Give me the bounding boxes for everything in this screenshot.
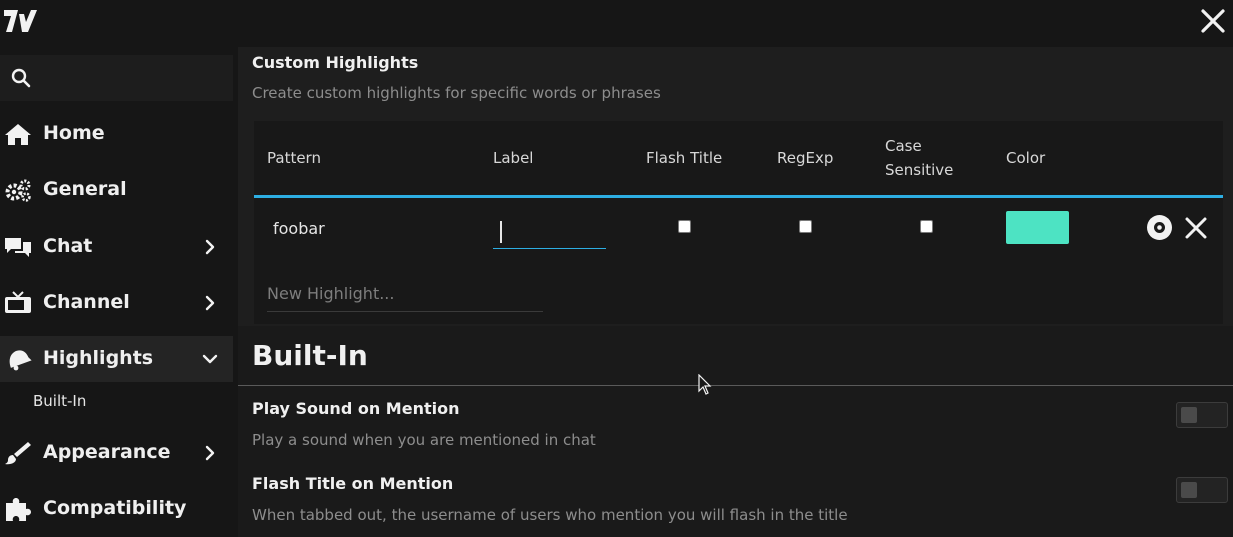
- divider: [238, 385, 1233, 386]
- 7tv-logo-icon[interactable]: [2, 6, 40, 36]
- label-input[interactable]: [493, 214, 606, 249]
- section-description: Create custom highlights for specific wo…: [252, 84, 661, 102]
- text-caret: [500, 221, 502, 243]
- top-bar: [0, 0, 1233, 47]
- option-title: Flash Title on Mention: [252, 474, 454, 493]
- delete-row-icon[interactable]: [1184, 216, 1208, 240]
- sidebar-item-general[interactable]: General: [0, 167, 233, 213]
- column-label: Label: [493, 149, 534, 167]
- puzzle-icon: [6, 498, 31, 521]
- column-pattern: Pattern: [267, 149, 321, 167]
- sidebar-item-label: Chat: [43, 235, 93, 257]
- chevron-down-icon: [202, 354, 218, 364]
- search-field[interactable]: [0, 55, 233, 101]
- flash-title-checkbox[interactable]: [678, 220, 691, 233]
- sidebar-item-chat[interactable]: Chat: [0, 224, 233, 270]
- gears-icon: [5, 179, 31, 202]
- column-case-sensitive: Case Sensitive: [885, 137, 954, 179]
- toggle-knob: [1181, 407, 1197, 423]
- option-title: Play Sound on Mention: [252, 399, 460, 418]
- tv-icon: [5, 291, 31, 313]
- case-sensitive-checkbox[interactable]: [920, 220, 933, 233]
- custom-highlights-section: Custom Highlights Create custom highligh…: [238, 47, 1233, 326]
- highlights-table: Pattern Label Flash Title RegExp Case Se…: [254, 121, 1223, 324]
- chat-icon: [5, 238, 31, 257]
- bell-icon: [9, 350, 32, 371]
- sidebar-item-channel[interactable]: Channel: [0, 280, 233, 326]
- sidebar-item-appearance[interactable]: Appearance: [0, 430, 233, 476]
- sidebar: Home General Chat Channel Highlights Bui…: [0, 47, 238, 537]
- mouse-cursor-icon: [698, 374, 712, 395]
- sidebar-item-label: Highlights: [43, 347, 154, 369]
- column-flash-title: Flash Title: [646, 149, 723, 167]
- color-picker-icon[interactable]: [1146, 214, 1173, 241]
- flash-title-toggle[interactable]: [1176, 477, 1228, 503]
- section-title: Custom Highlights: [252, 53, 419, 72]
- chevron-right-icon: [205, 295, 215, 311]
- option-description: Play a sound when you are mentioned in c…: [252, 431, 596, 449]
- regexp-checkbox[interactable]: [799, 220, 812, 233]
- sidebar-item-label: Compatibility: [43, 497, 187, 519]
- sidebar-item-label: General: [43, 178, 127, 200]
- built-in-heading: Built-In: [252, 339, 368, 372]
- sidebar-item-compatibility[interactable]: Compatibility: [0, 486, 233, 532]
- chevron-right-icon: [205, 239, 215, 255]
- column-regexp: RegExp: [777, 149, 834, 167]
- sidebar-item-label: Home: [43, 122, 105, 144]
- header-underline: [254, 195, 1223, 198]
- pattern-value[interactable]: foobar: [273, 219, 325, 238]
- option-description: When tabbed out, the username of users w…: [252, 506, 848, 524]
- sidebar-item-highlights[interactable]: Highlights: [0, 336, 233, 382]
- sidebar-subitem-built-in[interactable]: Built-In: [33, 392, 86, 410]
- color-swatch[interactable]: [1006, 211, 1069, 244]
- home-icon: [5, 124, 31, 145]
- settings-panel: Custom Highlights Create custom highligh…: [238, 47, 1233, 537]
- chevron-right-icon: [205, 445, 215, 461]
- brush-icon: [5, 442, 31, 465]
- play-sound-toggle[interactable]: [1176, 402, 1228, 428]
- close-icon[interactable]: [1199, 7, 1227, 35]
- column-color: Color: [1006, 149, 1046, 167]
- sidebar-item-label: Channel: [43, 291, 130, 313]
- search-icon: [11, 68, 31, 88]
- sidebar-item-home[interactable]: Home: [0, 111, 233, 157]
- toggle-knob: [1181, 482, 1197, 498]
- sidebar-item-label: Appearance: [43, 441, 171, 463]
- new-highlight-input[interactable]: [267, 276, 543, 312]
